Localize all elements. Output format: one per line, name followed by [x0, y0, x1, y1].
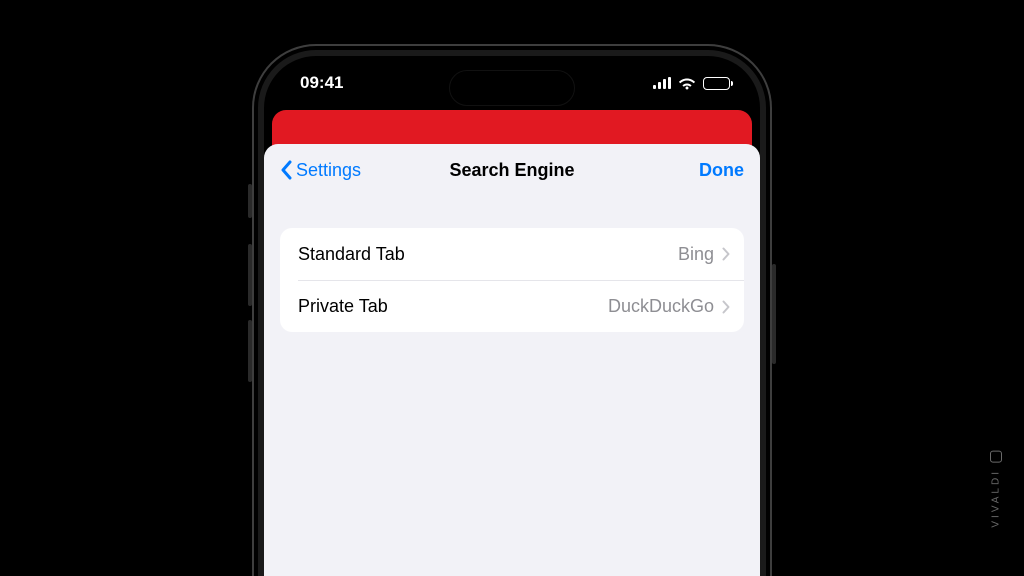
nav-bar: Settings Search Engine Done — [264, 144, 760, 196]
row-label: Private Tab — [298, 296, 608, 317]
watermark-text: VIVALDI — [991, 469, 1002, 528]
watermark: VIVALDI — [990, 451, 1002, 528]
volume-up-button — [248, 244, 252, 306]
status-bar: 09:41 — [264, 56, 760, 110]
page-title: Search Engine — [449, 160, 574, 181]
power-button — [772, 264, 776, 364]
wifi-icon — [678, 77, 696, 90]
search-engine-list: Standard Tab Bing Private Tab DuckDuckGo — [280, 228, 744, 332]
chevron-left-icon — [280, 160, 292, 180]
row-value: Bing — [678, 244, 714, 265]
back-button[interactable]: Settings — [280, 160, 361, 181]
phone-frame: 09:41 Settings Search Engine Done — [252, 44, 772, 576]
vivaldi-logo-icon — [990, 451, 1002, 463]
status-icons — [653, 77, 730, 90]
mute-switch — [248, 184, 252, 218]
phone-screen: 09:41 Settings Search Engine Done — [264, 56, 760, 576]
standard-tab-row[interactable]: Standard Tab Bing — [280, 228, 744, 280]
done-button[interactable]: Done — [699, 160, 744, 181]
battery-icon — [703, 77, 730, 90]
dynamic-island — [449, 70, 575, 106]
status-time: 09:41 — [300, 73, 343, 93]
chevron-right-icon — [722, 300, 730, 314]
row-label: Standard Tab — [298, 244, 678, 265]
private-tab-row[interactable]: Private Tab DuckDuckGo — [298, 280, 744, 332]
settings-sheet: Settings Search Engine Done Standard Tab… — [264, 144, 760, 576]
row-value: DuckDuckGo — [608, 296, 714, 317]
chevron-right-icon — [722, 247, 730, 261]
back-label: Settings — [296, 160, 361, 181]
volume-down-button — [248, 320, 252, 382]
cellular-signal-icon — [653, 77, 671, 89]
